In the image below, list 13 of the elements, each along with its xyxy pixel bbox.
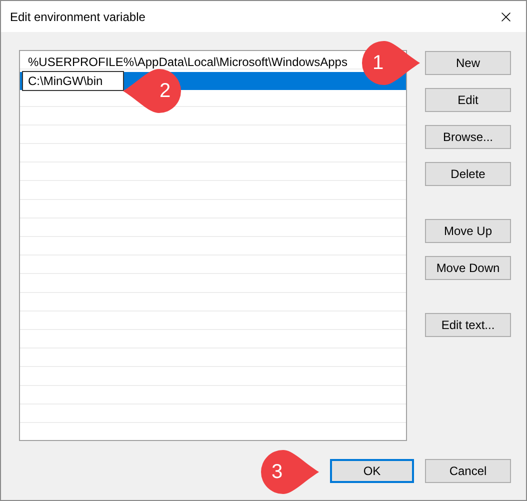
edit-field[interactable]: C:\MinGW\bin bbox=[22, 70, 124, 91]
window-title: Edit environment variable bbox=[10, 10, 146, 24]
side-button[interactable]: Edit text... bbox=[425, 313, 511, 337]
side-button[interactable]: Move Up bbox=[425, 219, 511, 243]
path-text: %USERPROFILE%\AppData\Local\Microsoft\WindowsApps bbox=[28, 55, 348, 70]
side-button[interactable]: New bbox=[425, 51, 511, 75]
side-button[interactable]: Edit bbox=[425, 88, 511, 112]
dialog-button[interactable]: Cancel bbox=[425, 459, 511, 483]
side-button[interactable]: Browse... bbox=[425, 125, 511, 149]
side-button[interactable]: Move Down bbox=[425, 256, 511, 280]
side-button[interactable]: Delete bbox=[425, 162, 511, 186]
dialog-button[interactable]: OK bbox=[330, 459, 414, 483]
list-row[interactable]: %USERPROFILE%\AppData\Local\Microsoft\WindowsApps bbox=[20, 53, 350, 72]
